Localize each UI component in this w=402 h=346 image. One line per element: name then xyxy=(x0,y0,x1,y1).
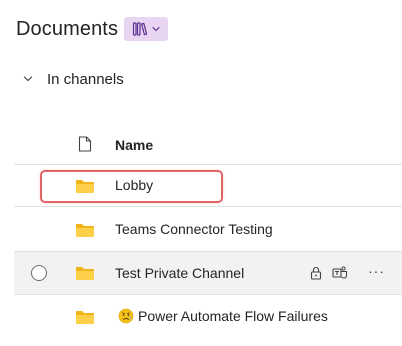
chevron-down-icon xyxy=(151,26,160,32)
folder-name[interactable]: Teams Connector Testing xyxy=(115,221,273,237)
folder-icon xyxy=(76,267,94,280)
page-title: Documents xyxy=(16,17,119,40)
document-icon[interactable] xyxy=(78,136,92,152)
folder-row-teams-connector-testing[interactable]: Teams Connector Testing xyxy=(14,210,402,250)
chevron-down-icon xyxy=(23,76,33,82)
column-header-row: Name xyxy=(14,128,402,162)
divider xyxy=(14,206,402,207)
folder-name-wrapper[interactable]: Power Automate Flow Failures xyxy=(118,308,328,324)
divider xyxy=(14,294,402,295)
folder-name[interactable]: Test Private Channel xyxy=(115,265,244,281)
header: Documents xyxy=(16,15,169,43)
folder-icon xyxy=(76,311,94,324)
lock-icon xyxy=(310,266,322,280)
name-column-header[interactable]: Name xyxy=(115,137,153,153)
folder-name: Power Automate Flow Failures xyxy=(138,308,328,324)
teams-icon[interactable] xyxy=(332,265,348,281)
disappointed-relieved-face-icon xyxy=(118,308,134,324)
divider xyxy=(14,164,402,165)
library-icon xyxy=(132,22,147,36)
row-select-checkbox[interactable] xyxy=(31,265,47,281)
section-label: In channels xyxy=(47,70,124,88)
folder-row-test-private-channel[interactable]: Test Private Channel ··· xyxy=(14,252,402,294)
folder-row-power-automate-flow-failures[interactable]: Power Automate Flow Failures xyxy=(14,297,402,337)
in-channels-section-toggle[interactable]: In channels xyxy=(22,68,124,90)
library-view-button[interactable] xyxy=(124,17,169,41)
highlight-box xyxy=(40,170,223,203)
more-options-button[interactable]: ··· xyxy=(368,263,385,279)
folder-icon xyxy=(76,224,94,237)
